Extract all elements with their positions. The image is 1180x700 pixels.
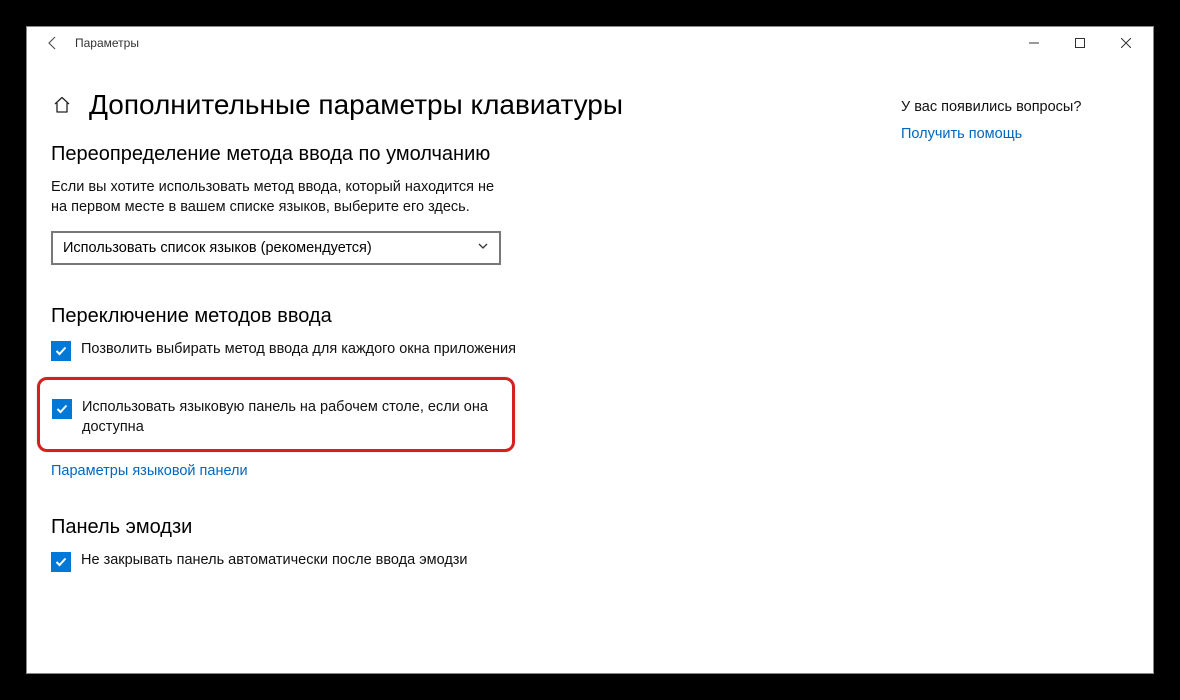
- checkbox-checked-icon[interactable]: [51, 552, 71, 572]
- checkbox-label: Использовать языковую панель на рабочем …: [82, 398, 498, 437]
- help-prompt: У вас появились вопросы?: [901, 99, 1123, 115]
- window-title: Параметры: [75, 36, 139, 50]
- home-icon[interactable]: [51, 94, 73, 116]
- side-panel: У вас появились вопросы? Получить помощь: [871, 89, 1123, 673]
- default-input-method-select[interactable]: Использовать список языков (рекомендуетс…: [51, 231, 501, 265]
- page-title: Дополнительные параметры клавиатуры: [89, 89, 623, 121]
- close-button[interactable]: [1103, 28, 1149, 58]
- section-heading-emoji: Панель эмодзи: [51, 516, 871, 539]
- checkbox-language-bar[interactable]: Использовать языковую панель на рабочем …: [52, 398, 498, 437]
- default-method-description: Если вы хотите использовать метод ввода,…: [51, 178, 511, 217]
- section-heading-default: Переопределение метода ввода по умолчани…: [51, 143, 871, 166]
- titlebar: Параметры: [27, 27, 1153, 59]
- select-value: Использовать список языков (рекомендуетс…: [63, 240, 372, 256]
- checkbox-label: Не закрывать панель автоматически после …: [81, 551, 468, 571]
- checkbox-emoji-autoclose[interactable]: Не закрывать панель автоматически после …: [51, 551, 531, 572]
- chevron-down-icon: [477, 240, 489, 256]
- checkbox-per-window[interactable]: Позволить выбирать метод ввода для каждо…: [51, 340, 531, 361]
- maximize-button[interactable]: [1057, 28, 1103, 58]
- checkbox-checked-icon[interactable]: [51, 341, 71, 361]
- section-heading-switch: Переключение методов ввода: [51, 305, 871, 328]
- back-button[interactable]: [41, 31, 65, 55]
- get-help-link[interactable]: Получить помощь: [901, 126, 1022, 142]
- highlight-annotation: Использовать языковую панель на рабочем …: [37, 377, 515, 452]
- minimize-button[interactable]: [1011, 28, 1057, 58]
- language-bar-options-link[interactable]: Параметры языковой панели: [51, 463, 248, 479]
- checkbox-checked-icon[interactable]: [52, 399, 72, 419]
- main-content: Дополнительные параметры клавиатуры Пере…: [51, 89, 871, 673]
- settings-window: Параметры Дополнительные параметры клави…: [26, 26, 1154, 674]
- checkbox-label: Позволить выбирать метод ввода для каждо…: [81, 340, 516, 360]
- window-controls: [1011, 28, 1149, 58]
